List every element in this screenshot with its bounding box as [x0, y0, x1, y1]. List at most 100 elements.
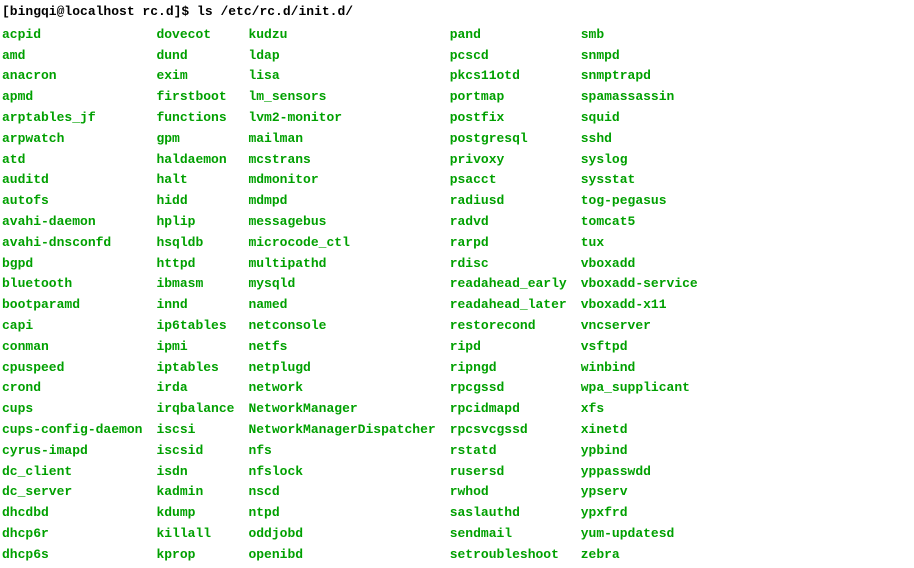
directory-listing: acpidamdanacronapmdarptables_jfarpwatcha…	[2, 25, 912, 566]
listing-column-1: dovecotdundeximfirstbootfunctionsgpmhald…	[156, 25, 234, 566]
file-entry: lvm2-monitor	[248, 108, 435, 129]
file-entry: ibmasm	[156, 274, 234, 295]
prompt-user-host: [bingqi@localhost rc.d]$	[2, 4, 189, 19]
file-entry: microcode_ctl	[248, 233, 435, 254]
file-entry: vboxadd-service	[581, 274, 698, 295]
file-entry: sysstat	[581, 170, 698, 191]
file-entry: privoxy	[450, 150, 567, 171]
file-entry: dc_server	[2, 482, 142, 503]
file-entry: NetworkManager	[248, 399, 435, 420]
file-entry: mysqld	[248, 274, 435, 295]
file-entry: rwhod	[450, 482, 567, 503]
file-entry: readahead_early	[450, 274, 567, 295]
file-entry: syslog	[581, 150, 698, 171]
file-entry: hsqldb	[156, 233, 234, 254]
file-entry: dc_client	[2, 462, 142, 483]
file-entry: ldap	[248, 46, 435, 67]
file-entry: cups	[2, 399, 142, 420]
file-entry: anacron	[2, 66, 142, 87]
file-entry: ypxfrd	[581, 503, 698, 524]
file-entry: iscsi	[156, 420, 234, 441]
file-entry: avahi-daemon	[2, 212, 142, 233]
file-entry: ypserv	[581, 482, 698, 503]
file-entry: squid	[581, 108, 698, 129]
file-entry: openibd	[248, 545, 435, 566]
file-entry: innd	[156, 295, 234, 316]
file-entry: exim	[156, 66, 234, 87]
file-entry: firstboot	[156, 87, 234, 108]
file-entry: portmap	[450, 87, 567, 108]
file-entry: dhcp6s	[2, 545, 142, 566]
file-entry: tomcat5	[581, 212, 698, 233]
file-entry: httpd	[156, 254, 234, 275]
file-entry: sshd	[581, 129, 698, 150]
file-entry: spamassassin	[581, 87, 698, 108]
file-entry: rstatd	[450, 441, 567, 462]
file-entry: NetworkManagerDispatcher	[248, 420, 435, 441]
file-entry: oddjobd	[248, 524, 435, 545]
file-entry: ntpd	[248, 503, 435, 524]
file-entry: arpwatch	[2, 129, 142, 150]
file-entry: mailman	[248, 129, 435, 150]
file-entry: wpa_supplicant	[581, 378, 698, 399]
file-entry: dovecot	[156, 25, 234, 46]
file-entry: nfslock	[248, 462, 435, 483]
file-entry: ypbind	[581, 441, 698, 462]
file-entry: irqbalance	[156, 399, 234, 420]
file-entry: pkcs11otd	[450, 66, 567, 87]
file-entry: bgpd	[2, 254, 142, 275]
file-entry: atd	[2, 150, 142, 171]
file-entry: xfs	[581, 399, 698, 420]
file-entry: ip6tables	[156, 316, 234, 337]
file-entry: kdump	[156, 503, 234, 524]
file-entry: readahead_later	[450, 295, 567, 316]
file-entry: amd	[2, 46, 142, 67]
file-entry: acpid	[2, 25, 142, 46]
file-entry: apmd	[2, 87, 142, 108]
file-entry: lm_sensors	[248, 87, 435, 108]
file-entry: hplip	[156, 212, 234, 233]
file-entry: cups-config-daemon	[2, 420, 142, 441]
file-entry: sendmail	[450, 524, 567, 545]
file-entry: netplugd	[248, 358, 435, 379]
file-entry: bootparamd	[2, 295, 142, 316]
file-entry: netfs	[248, 337, 435, 358]
file-entry: radvd	[450, 212, 567, 233]
file-entry: saslauthd	[450, 503, 567, 524]
file-entry: rpcsvcgssd	[450, 420, 567, 441]
file-entry: zebra	[581, 545, 698, 566]
file-entry: autofs	[2, 191, 142, 212]
file-entry: snmptrapd	[581, 66, 698, 87]
file-entry: winbind	[581, 358, 698, 379]
file-entry: ipmi	[156, 337, 234, 358]
file-entry: haldaemon	[156, 150, 234, 171]
file-entry: rarpd	[450, 233, 567, 254]
file-entry: capi	[2, 316, 142, 337]
file-entry: bluetooth	[2, 274, 142, 295]
file-entry: tux	[581, 233, 698, 254]
file-entry: ripd	[450, 337, 567, 358]
file-entry: xinetd	[581, 420, 698, 441]
file-entry: vncserver	[581, 316, 698, 337]
file-entry: postgresql	[450, 129, 567, 150]
listing-column-4: smbsnmpdsnmptrapdspamassassinsquidsshdsy…	[581, 25, 698, 566]
file-entry: hidd	[156, 191, 234, 212]
file-entry: yppasswdd	[581, 462, 698, 483]
file-entry: irda	[156, 378, 234, 399]
file-entry: rdisc	[450, 254, 567, 275]
file-entry: postfix	[450, 108, 567, 129]
file-entry: gpm	[156, 129, 234, 150]
file-entry: radiusd	[450, 191, 567, 212]
file-entry: avahi-dnsconfd	[2, 233, 142, 254]
file-entry: ripngd	[450, 358, 567, 379]
file-entry: netconsole	[248, 316, 435, 337]
file-entry: restorecond	[450, 316, 567, 337]
file-entry: pand	[450, 25, 567, 46]
file-entry: isdn	[156, 462, 234, 483]
file-entry: setroubleshoot	[450, 545, 567, 566]
file-entry: kprop	[156, 545, 234, 566]
file-entry: dund	[156, 46, 234, 67]
file-entry: kudzu	[248, 25, 435, 46]
file-entry: lisa	[248, 66, 435, 87]
file-entry: rpcidmapd	[450, 399, 567, 420]
